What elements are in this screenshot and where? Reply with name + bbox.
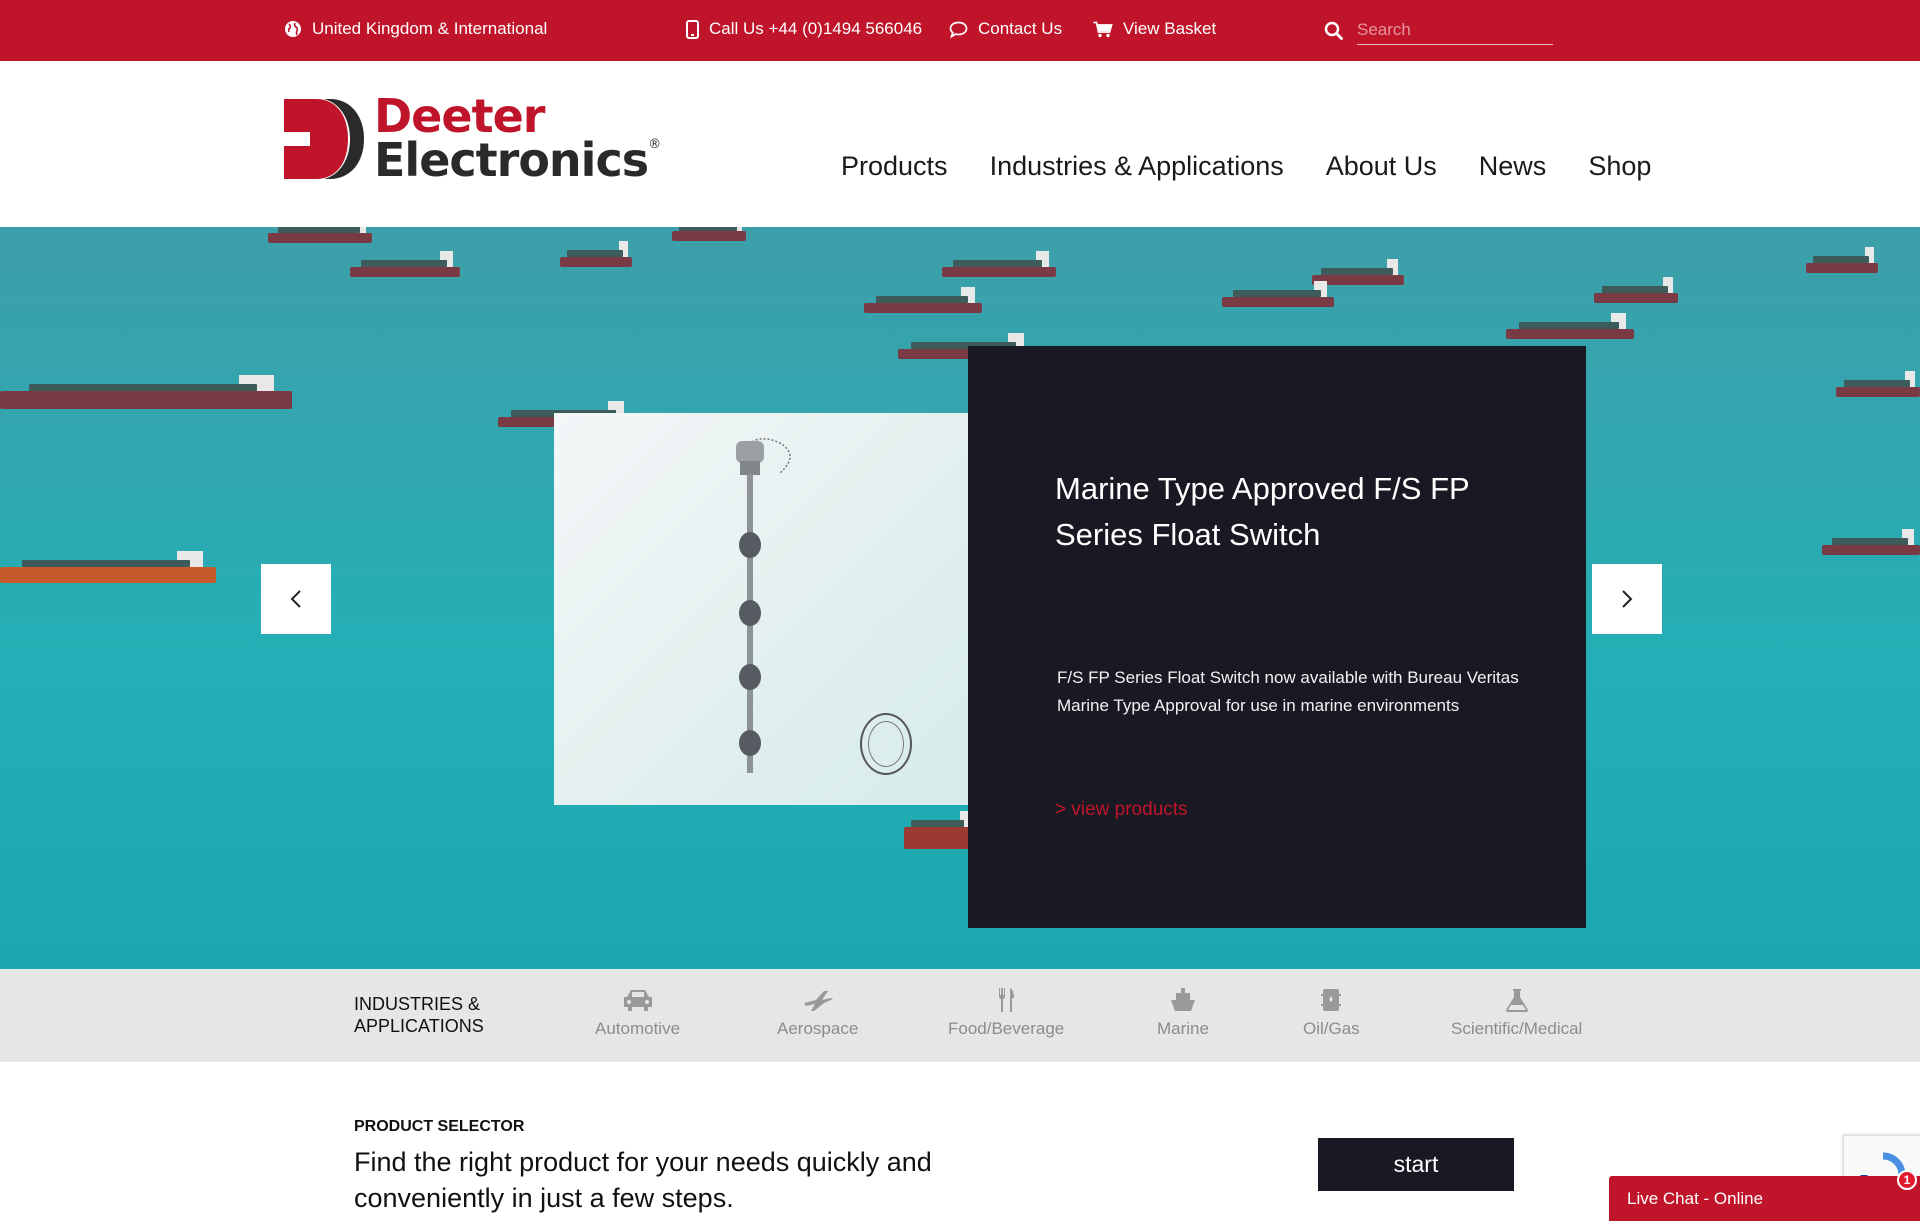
car-icon [623, 990, 652, 1011]
chevron-left-icon [290, 590, 301, 608]
nav-about-us[interactable]: About Us [1326, 151, 1437, 182]
globe-icon [285, 21, 301, 37]
industries-title-line2: APPLICATIONS [354, 1016, 484, 1036]
industry-scientific-medical[interactable]: Scientific/Medical [1451, 987, 1582, 1039]
phone-link[interactable]: Call Us +44 (0)1494 566046 [686, 17, 922, 41]
top-bar: United Kingdom & International Call Us +… [0, 0, 1920, 61]
phone-label: Call Us +44 (0)1494 566046 [709, 19, 923, 38]
industry-label: Oil/Gas [1303, 1019, 1360, 1038]
slider-prev-button[interactable] [261, 564, 331, 634]
contact-label: Contact Us [978, 19, 1063, 38]
shopping-cart-icon [1093, 21, 1113, 37]
hero-info-card: Marine Type Approved F/S FP Series Float… [968, 346, 1586, 928]
nav-news[interactable]: News [1479, 151, 1547, 182]
industry-label: Food/Beverage [948, 1019, 1065, 1038]
fork-knife-icon [999, 988, 1015, 1012]
hero-description: F/S FP Series Float Switch now available… [1057, 668, 1519, 715]
speech-bubble-icon [949, 21, 968, 38]
search-input[interactable] [1357, 15, 1553, 45]
flask-icon [1505, 989, 1528, 1012]
plane-icon [803, 991, 833, 1011]
live-chat-notification-badge: 1 [1897, 1170, 1917, 1190]
oil-barrel-icon [1321, 989, 1342, 1011]
industry-automotive[interactable]: Automotive [595, 987, 680, 1039]
industry-label: Automotive [595, 1019, 681, 1038]
basket-link[interactable]: View Basket [1093, 17, 1216, 41]
logo-electronics-text: Electronics [374, 132, 649, 187]
site-logo[interactable]: Deeter Electronics® [284, 93, 662, 183]
region-label: United Kingdom & International [312, 19, 548, 38]
industry-label: Aerospace [777, 1019, 859, 1038]
registered-mark: ® [648, 136, 662, 152]
logo-wordmark: Deeter Electronics® [374, 93, 662, 183]
industry-food-beverage[interactable]: Food/Beverage [948, 987, 1064, 1039]
industry-aerospace[interactable]: Aerospace [777, 987, 858, 1039]
chevron-right-icon [1622, 590, 1633, 608]
main-nav: Products Industries & Applications About… [841, 151, 1651, 182]
ship-icon [1170, 988, 1195, 1011]
hero-title: Marine Type Approved F/S FP Series Float… [1055, 471, 1470, 552]
product-image-card [554, 413, 968, 805]
live-chat-label: Live Chat - Online [1627, 1189, 1764, 1208]
industries-title-line1: INDUSTRIES & [354, 994, 481, 1014]
nav-products[interactable]: Products [841, 151, 948, 182]
basket-label: View Basket [1123, 19, 1217, 38]
search-icon[interactable] [1324, 21, 1343, 40]
contact-link[interactable]: Contact Us [949, 17, 1062, 41]
industries-title: INDUSTRIES & APPLICATIONS [354, 993, 484, 1037]
deeter-logo-mark-icon [284, 98, 364, 179]
industries-bar: INDUSTRIES & APPLICATIONS Automotive Aer… [0, 969, 1920, 1062]
product-selector-label: PRODUCT SELECTOR [354, 1118, 525, 1135]
view-products-link[interactable]: > view products [1055, 799, 1188, 821]
logo-line-electronics: Electronics® [374, 136, 662, 183]
industry-label: Scientific/Medical [1451, 1019, 1583, 1038]
live-chat-button[interactable]: Live Chat - Online 1 [1609, 1170, 1920, 1221]
product-selector-start-button[interactable]: start [1318, 1138, 1514, 1191]
hero-slider: Marine Type Approved F/S FP Series Float… [0, 227, 1920, 969]
industry-label: Marine [1157, 1019, 1209, 1038]
site-header: Deeter Electronics® Products Industries … [0, 61, 1920, 227]
nav-industries-applications[interactable]: Industries & Applications [990, 151, 1284, 182]
slider-next-button[interactable] [1592, 564, 1662, 634]
bureau-veritas-seal-icon [860, 713, 912, 775]
industry-oil-gas[interactable]: Oil/Gas [1303, 987, 1360, 1039]
industry-marine[interactable]: Marine [1157, 987, 1209, 1039]
search-box [1324, 15, 1553, 45]
mobile-phone-icon [686, 19, 699, 39]
product-selector-text: Find the right product for your needs qu… [354, 1147, 932, 1213]
nav-shop[interactable]: Shop [1588, 151, 1651, 182]
region-selector[interactable]: United Kingdom & International [284, 17, 547, 41]
